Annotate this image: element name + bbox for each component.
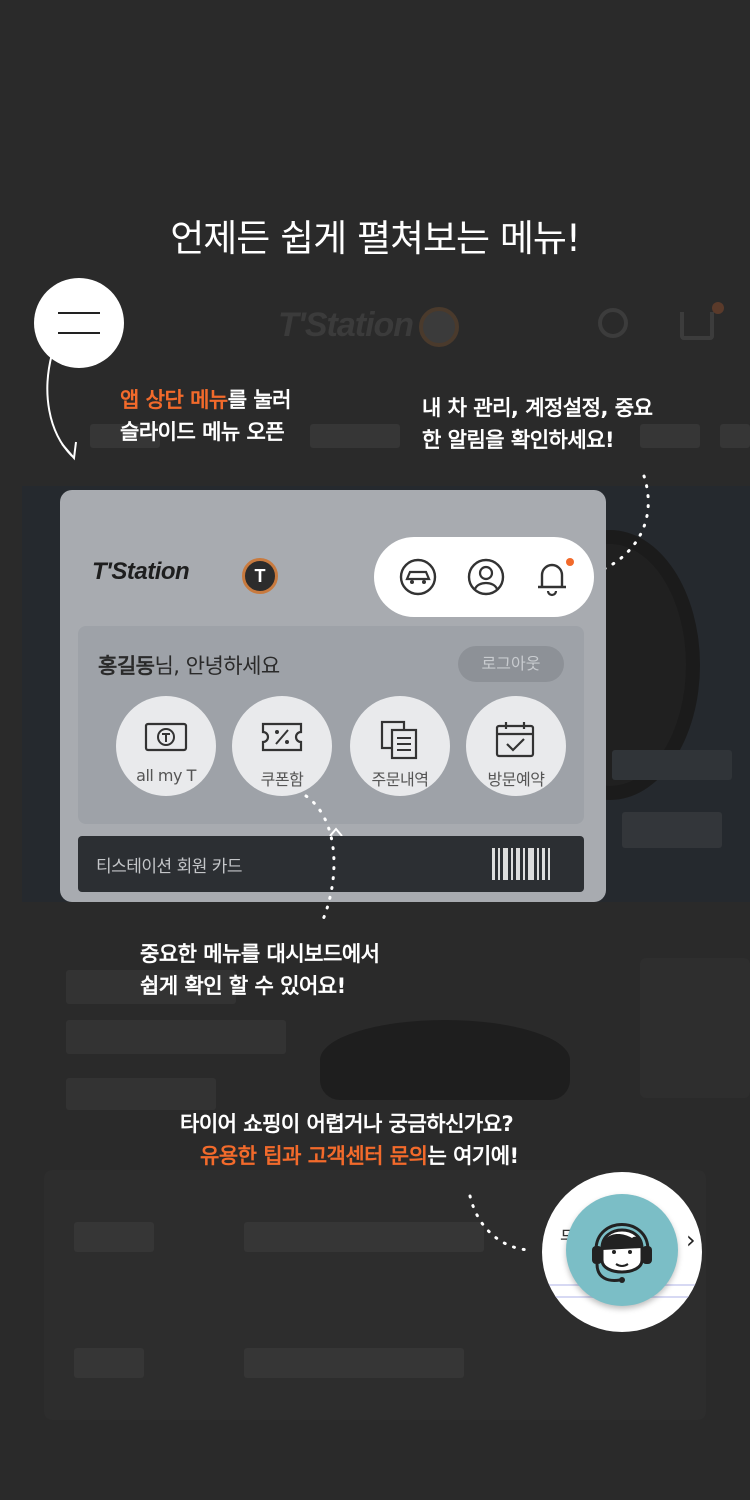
my-car-icon[interactable] [398, 557, 438, 597]
t-card-icon [144, 722, 188, 752]
dashboard-caption-line2: 쉽게 확인 할 수 있어요! [140, 974, 346, 998]
greeting-text: 님, 안녕하세요 [154, 654, 280, 678]
dotted-connector [468, 1194, 534, 1252]
top-icons-caption: 내 차 관리, 계정설정, 중요 한 알림을 확인하세요! [422, 392, 653, 456]
hamburger-caption-rest: 를 눌러 [227, 388, 292, 412]
quick-menu-label: 주문내역 [371, 770, 429, 789]
background-car [320, 1020, 570, 1100]
tstation-logo: T'Station [92, 558, 190, 585]
hamburger-line [58, 332, 100, 334]
coupon-icon [261, 722, 303, 752]
customer-support-highlight: 무 › [542, 1172, 702, 1332]
background-logo: T'Station [278, 306, 460, 348]
background-cart-dot [712, 302, 724, 314]
support-caption: 타이어 쇼핑이 어렵거나 궁금하신가요? 유용한 팁과 고객센터 문의는 여기에… [180, 1108, 519, 1172]
tstation-logo-badge: T [242, 558, 278, 594]
curved-arrow-icon [46, 353, 77, 461]
hamburger-caption: 앱 상단 메뉴를 눌러 슬라이드 메뉴 오픈 [120, 384, 292, 448]
top-icons-pill [374, 537, 594, 617]
quick-menu-coupon[interactable]: 쿠폰함 [232, 696, 332, 796]
notification-dot [566, 558, 574, 566]
background-cart-icon [680, 312, 714, 340]
quick-menu-all-my-t[interactable]: all my T [116, 696, 216, 796]
member-card-label: 티스테이션 회원 카드 [96, 857, 243, 877]
dashboard-caption-line1: 중요한 메뉴를 대시보드에서 [140, 942, 380, 966]
headset-agent-icon [592, 1223, 652, 1283]
account-icon[interactable] [466, 557, 506, 597]
dashboard-caption: 중요한 메뉴를 대시보드에서 쉽게 확인 할 수 있어요! [140, 938, 380, 1002]
dotted-connector [304, 794, 336, 924]
barcode-icon [492, 848, 550, 880]
hamburger-caption-line2: 슬라이드 메뉴 오픈 [120, 420, 285, 444]
hamburger-caption-accent: 앱 상단 메뉴 [120, 388, 228, 412]
background-search-icon [598, 308, 628, 338]
user-name: 홍길동 [98, 654, 155, 678]
order-history-icon [380, 720, 418, 760]
quick-menu-label: 쿠폰함 [260, 770, 304, 789]
top-icons-caption-line1: 내 차 관리, 계정설정, 중요 [422, 396, 653, 420]
quick-menu-order-history[interactable]: 주문내역 [350, 696, 450, 796]
quick-menu-label: 방문예약 [487, 770, 545, 789]
logout-button[interactable]: 로그아웃 [458, 646, 564, 682]
headline: 언제든 쉽게 펼쳐보는 메뉴! [170, 217, 581, 260]
greeting: 홍길동님, 안녕하세요 [98, 650, 280, 680]
dotted-connector [600, 474, 650, 572]
customer-support-button[interactable] [566, 1194, 678, 1306]
support-caption-line1: 타이어 쇼핑이 어렵거나 궁금하신가요? [180, 1112, 514, 1136]
hamburger-line [58, 312, 100, 314]
support-caption-rest: 는 여기에! [427, 1144, 519, 1168]
support-caption-accent: 유용한 팁과 고객센터 문의 [200, 1144, 428, 1168]
quick-menu-label: all my T [136, 766, 196, 785]
top-icons-caption-line2: 한 알림을 확인하세요! [422, 428, 615, 452]
quick-menu-visit-booking[interactable]: 방문예약 [466, 696, 566, 796]
calendar-check-icon [495, 722, 535, 758]
chevron-right-icon: › [686, 1226, 696, 1254]
